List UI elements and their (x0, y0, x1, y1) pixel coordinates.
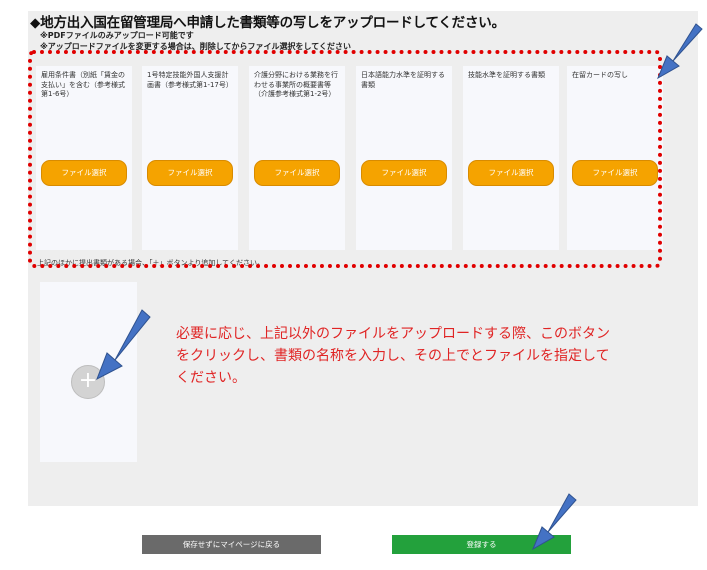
highlight-border (28, 50, 662, 268)
note-pdf-only: ※PDFファイルのみアップロード可能です (40, 31, 194, 40)
arrow-icon-add-button (96, 309, 151, 381)
page-title: ◆地方出入国在留管理局へ申請した書類等の写しをアップロードしてください。 (30, 15, 505, 31)
arrow-icon-submit (531, 493, 577, 551)
arrow-icon-upload-area (656, 23, 703, 80)
add-button-instruction: 必要に応じ、上記以外のファイルをアップロードする際、このボタンをクリックし、書類… (176, 326, 610, 386)
action-bar (0, 506, 707, 570)
back-to-mypage-button[interactable]: 保存せずにマイページに戻る (142, 535, 321, 554)
